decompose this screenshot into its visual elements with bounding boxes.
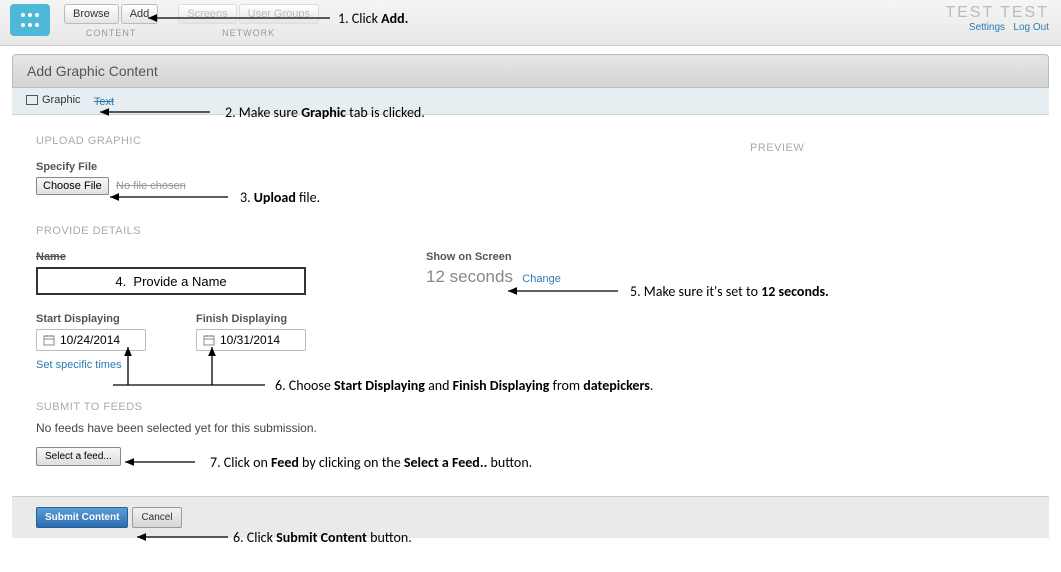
add-button[interactable]: Add bbox=[121, 4, 159, 24]
tab-text[interactable]: Text bbox=[94, 96, 114, 108]
finish-date-value: 10/31/2014 bbox=[220, 333, 280, 347]
image-icon bbox=[26, 95, 38, 105]
user-box: TEST TEST Settings Log Out bbox=[945, 4, 1049, 33]
name-input[interactable] bbox=[36, 267, 306, 295]
screens-button[interactable]: Screens bbox=[178, 4, 236, 24]
submit-bar: Submit Content Cancel bbox=[12, 496, 1049, 538]
upload-section: UPLOAD GRAPHIC Specify File Choose File … bbox=[12, 115, 1049, 205]
submit-content-button[interactable]: Submit Content bbox=[36, 507, 128, 528]
file-status: No file chosen bbox=[116, 180, 186, 192]
choose-file-button[interactable]: Choose File bbox=[36, 177, 109, 195]
user-name: TEST TEST bbox=[945, 4, 1049, 22]
tabs-bar: Graphic Text bbox=[12, 88, 1049, 115]
feeds-section: SUBMIT TO FEEDS No feeds have been selec… bbox=[12, 381, 1049, 476]
show-on-screen-label: Show on Screen bbox=[426, 251, 561, 263]
page-title: Add Graphic Content bbox=[12, 54, 1049, 88]
preview-heading: PREVIEW bbox=[750, 142, 804, 154]
nav-network-label: NETWORK bbox=[178, 28, 319, 38]
nav-network-group: Screens User Groups NETWORK bbox=[178, 4, 319, 38]
finish-displaying-label: Finish Displaying bbox=[196, 313, 306, 325]
settings-link[interactable]: Settings bbox=[969, 22, 1005, 33]
topbar: Browse Add CONTENT Screens User Groups N… bbox=[0, 0, 1061, 46]
feeds-heading: SUBMIT TO FEEDS bbox=[36, 401, 1025, 413]
logout-link[interactable]: Log Out bbox=[1013, 22, 1049, 33]
browse-button[interactable]: Browse bbox=[64, 4, 119, 24]
start-displaying-label: Start Displaying bbox=[36, 313, 146, 325]
upload-heading: UPLOAD GRAPHIC bbox=[36, 135, 1025, 147]
nav-content-label: CONTENT bbox=[64, 28, 158, 38]
feeds-message: No feeds have been selected yet for this… bbox=[36, 421, 1025, 435]
tab-graphic[interactable]: Graphic bbox=[26, 94, 81, 106]
duration-value: 12 seconds bbox=[426, 267, 513, 286]
nav-content-group: Browse Add CONTENT bbox=[64, 4, 158, 38]
finish-date-input[interactable]: 10/31/2014 bbox=[196, 329, 306, 351]
start-date-value: 10/24/2014 bbox=[60, 333, 120, 347]
set-specific-times-link[interactable]: Set specific times bbox=[36, 359, 146, 371]
specify-file-label: Specify File bbox=[36, 161, 1025, 173]
app-logo bbox=[10, 4, 50, 36]
cancel-button[interactable]: Cancel bbox=[132, 507, 181, 528]
details-heading: PROVIDE DETAILS bbox=[36, 225, 1025, 237]
usergroups-button[interactable]: User Groups bbox=[239, 4, 319, 24]
change-duration-link[interactable]: Change bbox=[522, 273, 561, 285]
calendar-icon bbox=[203, 334, 215, 346]
select-feed-button[interactable]: Select a feed... bbox=[36, 447, 121, 466]
details-section: PROVIDE DETAILS Name Show on Screen 12 s… bbox=[12, 205, 1049, 381]
name-label: Name bbox=[36, 251, 306, 263]
start-date-input[interactable]: 10/24/2014 bbox=[36, 329, 146, 351]
tab-graphic-label: Graphic bbox=[42, 94, 81, 106]
calendar-icon bbox=[43, 334, 55, 346]
